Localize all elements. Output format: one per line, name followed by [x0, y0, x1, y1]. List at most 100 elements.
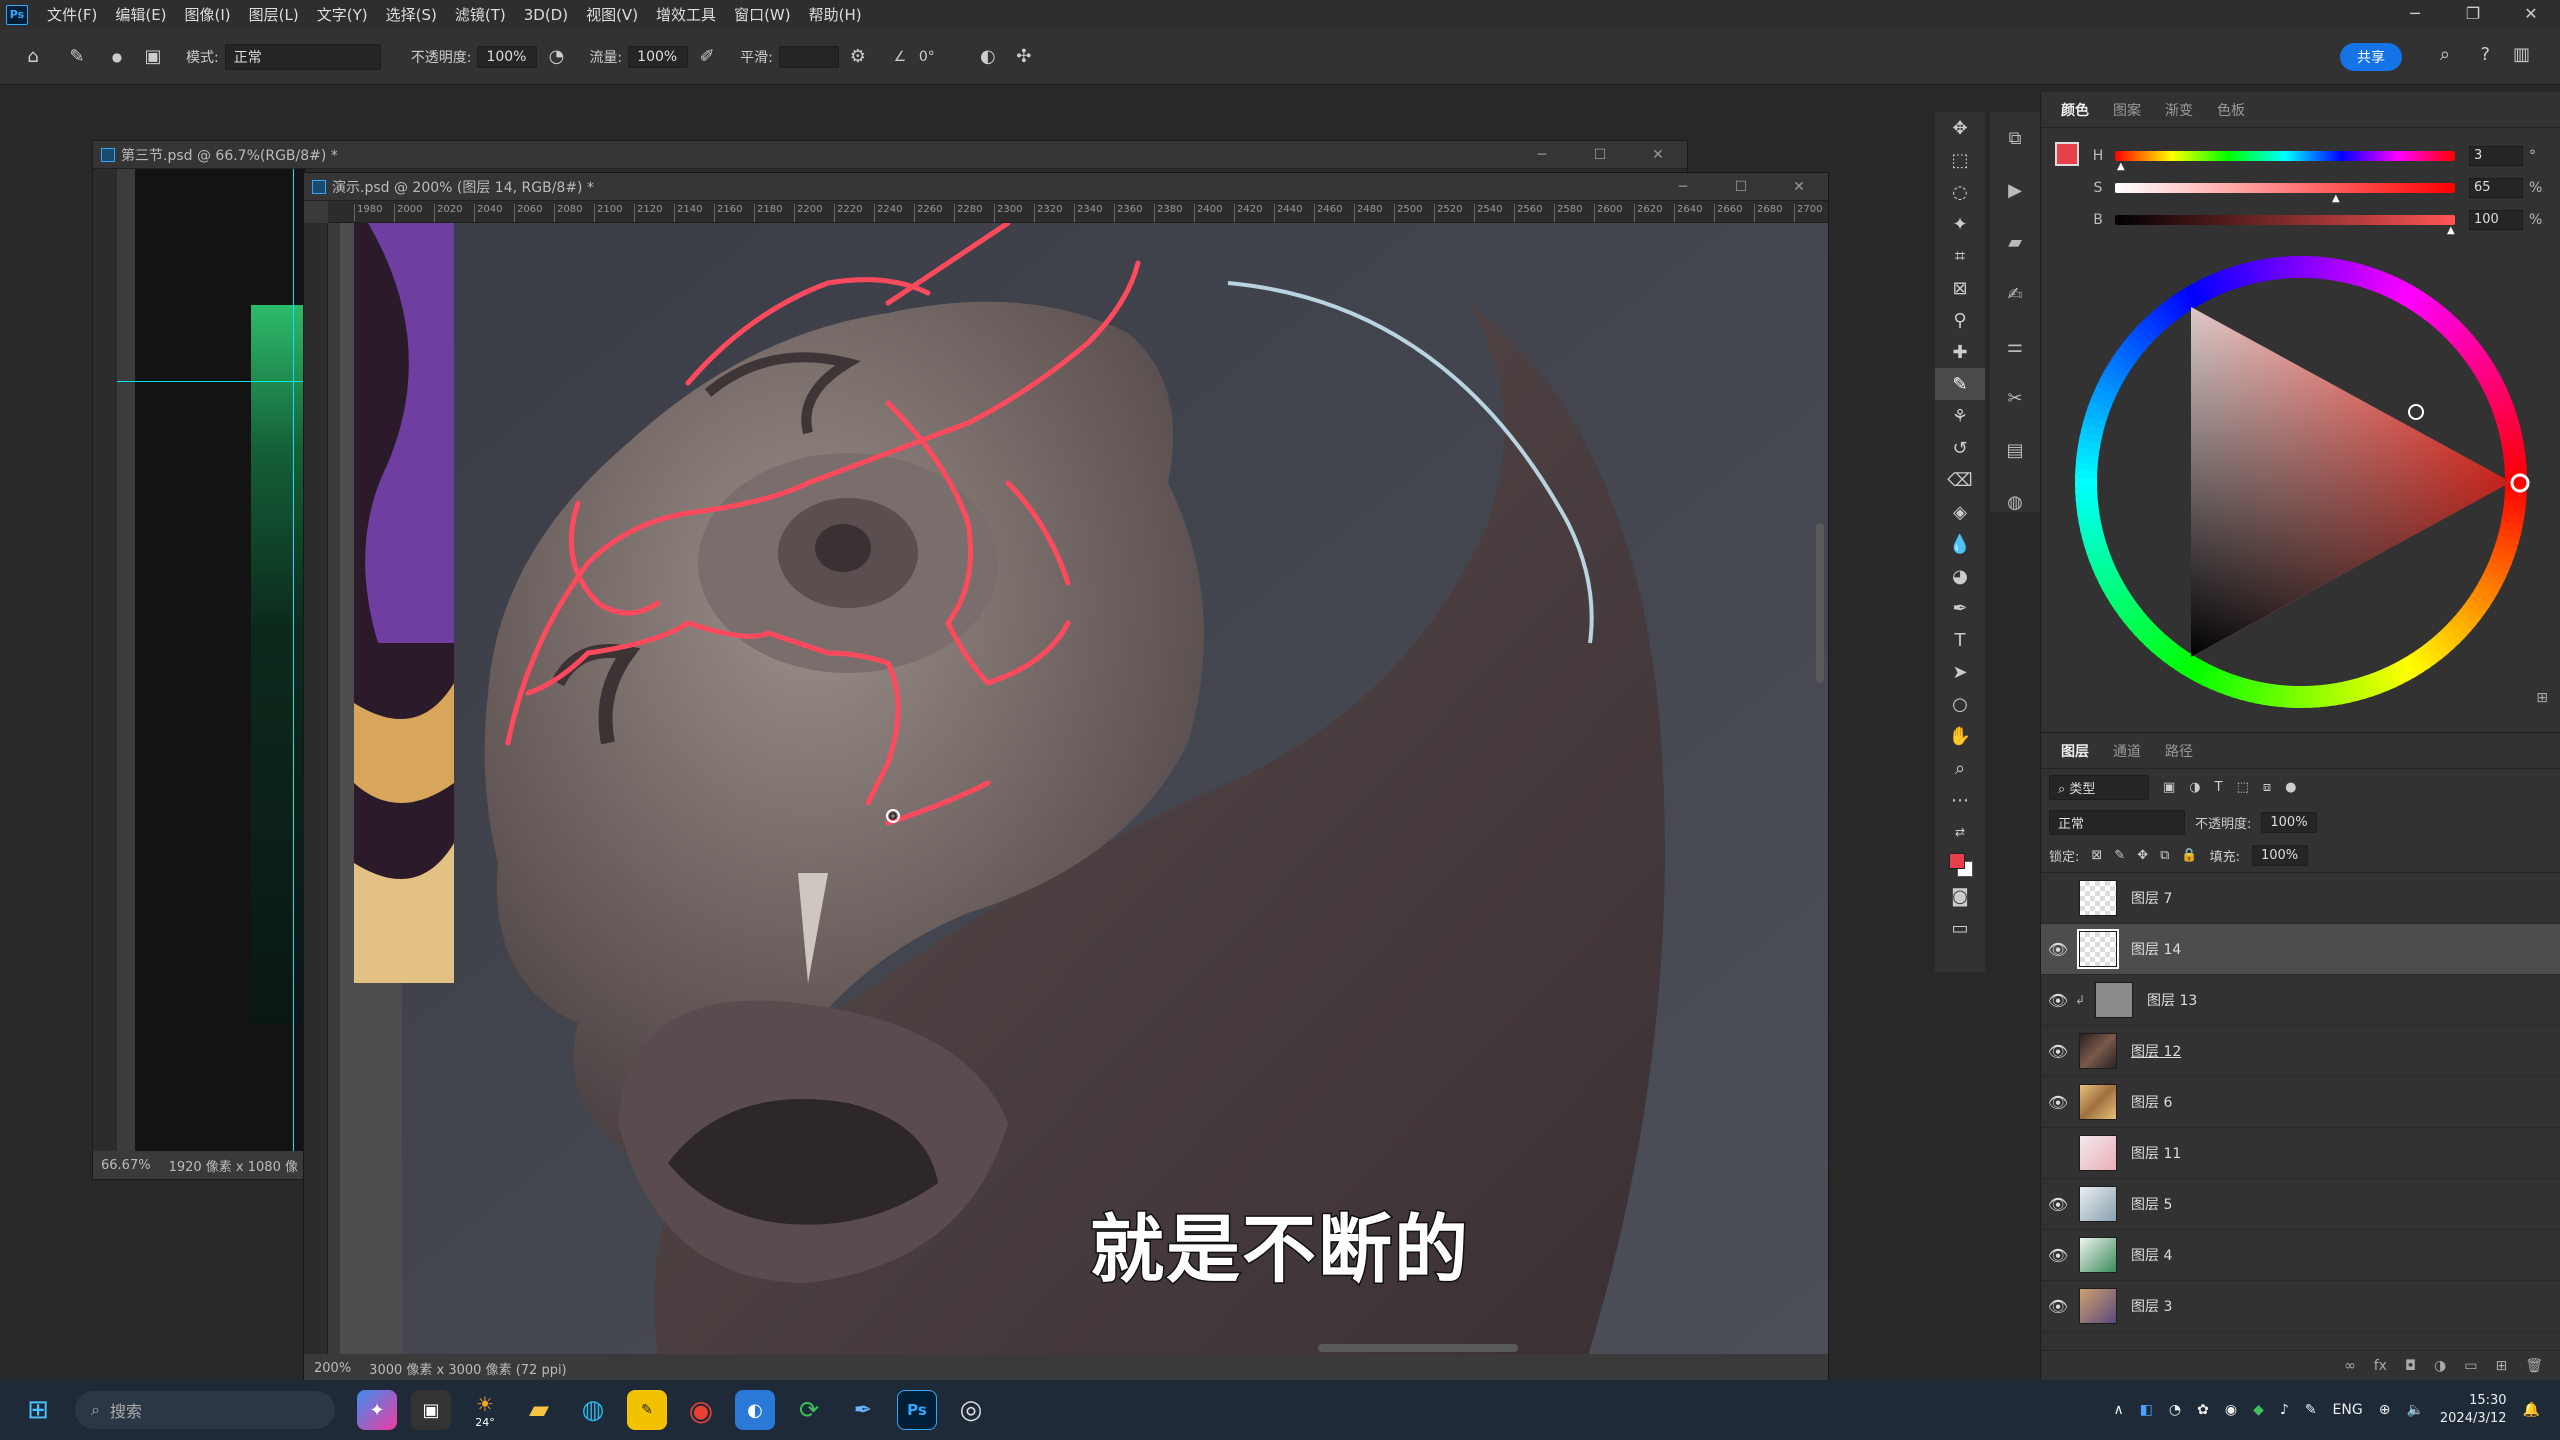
pen-icon[interactable]: ✎: [2305, 1402, 2317, 1418]
filter-type-icon[interactable]: T: [2215, 780, 2223, 795]
canvas-artwork[interactable]: [328, 223, 1828, 1354]
lock-image-icon[interactable]: ✎: [2114, 848, 2125, 863]
foreground-background-color[interactable]: [1935, 848, 1985, 880]
weather-widget[interactable]: ☀ 24°: [465, 1390, 505, 1430]
filter-shape-icon[interactable]: ⬚: [2237, 780, 2249, 795]
network-icon[interactable]: ⊕: [2379, 1402, 2391, 1418]
move-tool-icon[interactable]: ✥: [1935, 112, 1985, 144]
frame-tool-icon[interactable]: ⊠: [1935, 272, 1985, 304]
menu-view[interactable]: 视图(V): [577, 4, 647, 25]
lock-position-icon[interactable]: ✥: [2137, 848, 2148, 863]
adjustment-layer-icon[interactable]: ◑: [2434, 1358, 2446, 1374]
tab-channels[interactable]: 通道: [2101, 741, 2153, 761]
screen-mode-icon[interactable]: ▭: [1935, 912, 1985, 944]
fx-icon[interactable]: fx: [2374, 1358, 2387, 1374]
flow-input[interactable]: 100%: [628, 45, 689, 68]
layer-row-14[interactable]: 👁 图层 14: [2041, 924, 2560, 975]
visibility-eye-icon[interactable]: 👁: [2041, 991, 2075, 1010]
layer-name[interactable]: 图层 5: [2131, 1194, 2172, 1214]
menu-filter[interactable]: 滤镜(T): [446, 4, 515, 25]
doc1-minimize-icon[interactable]: ─: [1513, 147, 1571, 163]
ellipse-tool-icon[interactable]: ○: [1935, 688, 1985, 720]
doc1-zoom[interactable]: 66.67%: [101, 1158, 151, 1173]
layer-row-12[interactable]: 👁 图层 12: [2041, 1026, 2560, 1077]
doc2-titlebar[interactable]: 演示.psd @ 200% (图层 14, RGB/8#) * ─ ☐ ✕: [304, 173, 1828, 201]
properties-panel-icon[interactable]: ◍: [1990, 476, 2040, 528]
eyedropper-tool-icon[interactable]: ⚲: [1935, 304, 1985, 336]
layer-opacity-input[interactable]: 100%: [2261, 811, 2318, 833]
menu-3d[interactable]: 3D(D): [515, 6, 577, 24]
foreground-color-swatch[interactable]: [2055, 142, 2079, 166]
filter-toggle-icon[interactable]: ●: [2285, 780, 2296, 795]
paint-bucket-tool-icon[interactable]: ◈: [1935, 496, 1985, 528]
tab-swatches[interactable]: 色板: [2205, 100, 2257, 120]
layer-name[interactable]: 图层 11: [2131, 1143, 2181, 1163]
hand-tool-icon[interactable]: ✋: [1935, 720, 1985, 752]
layer-row-13[interactable]: 👁 ↲ 图层 13: [2041, 975, 2560, 1026]
restore-icon[interactable]: ❐: [2444, 0, 2502, 29]
filter-adjustment-icon[interactable]: ◑: [2189, 780, 2200, 795]
layer-name[interactable]: 图层 14: [2131, 939, 2181, 959]
type-tool-icon[interactable]: T: [1935, 624, 1985, 656]
visibility-eye-icon[interactable]: 👁: [2041, 1093, 2075, 1112]
swap-colors-icon[interactable]: ⇄: [1935, 816, 1985, 848]
new-group-icon[interactable]: ▭: [2464, 1358, 2477, 1374]
help-icon[interactable]: ?: [2480, 44, 2490, 65]
tray-app-icon[interactable]: ◔: [2169, 1402, 2181, 1418]
workspace-icon[interactable]: ▥: [2513, 44, 2530, 65]
layer-name[interactable]: 图层 6: [2131, 1092, 2172, 1112]
layer-name[interactable]: 图层 13: [2147, 990, 2197, 1010]
visibility-eye-icon[interactable]: 👁: [2041, 1246, 2075, 1265]
lock-transparent-icon[interactable]: ⊠: [2091, 848, 2102, 863]
libraries-panel-icon[interactable]: ▤: [1990, 424, 2040, 476]
layer-name[interactable]: 图层 4: [2131, 1245, 2172, 1265]
blur-tool-icon[interactable]: 💧: [1935, 528, 1985, 560]
eraser-tool-icon[interactable]: ⌫: [1935, 464, 1985, 496]
menu-help[interactable]: 帮助(H): [800, 4, 871, 25]
magic-wand-tool-icon[interactable]: ✦: [1935, 208, 1985, 240]
layer-row-7[interactable]: 图层 7: [2041, 873, 2560, 924]
adjustments-panel-icon[interactable]: ⚌: [1990, 320, 2040, 372]
hue-slider[interactable]: ▲: [2115, 151, 2455, 172]
home-icon[interactable]: ⌂: [20, 44, 46, 70]
minimize-icon[interactable]: ─: [2386, 0, 2444, 29]
canvas-scrollbar-horizontal[interactable]: [1318, 1344, 1518, 1352]
layer-row-4[interactable]: 👁 图层 4: [2041, 1230, 2560, 1281]
pressure-size-icon[interactable]: ◐: [975, 44, 1001, 70]
tab-layers[interactable]: 图层: [2049, 741, 2101, 761]
smooth-settings-icon[interactable]: ⚙: [845, 44, 871, 70]
quick-mask-icon[interactable]: ◙: [1935, 880, 1985, 912]
menu-type[interactable]: 文字(Y): [308, 4, 377, 25]
hue-input[interactable]: 3: [2469, 146, 2523, 166]
doc2-zoom[interactable]: 200%: [314, 1361, 351, 1376]
menu-plugins[interactable]: 增效工具: [647, 4, 725, 25]
app-feather-icon[interactable]: ✒: [843, 1390, 883, 1430]
visibility-eye-icon[interactable]: 👁: [2041, 1297, 2075, 1316]
crop-tool-icon[interactable]: ⌗: [1935, 240, 1985, 272]
saturation-input[interactable]: 65: [2469, 178, 2523, 198]
edge-browser-icon[interactable]: ◍: [573, 1390, 613, 1430]
brightness-slider[interactable]: ▲: [2115, 215, 2455, 236]
copilot-icon[interactable]: ✦: [357, 1390, 397, 1430]
marquee-tool-icon[interactable]: ⬚: [1935, 144, 1985, 176]
clock[interactable]: 15:30 2024/3/12: [2440, 1392, 2507, 1428]
menu-layer[interactable]: 图层(L): [240, 4, 308, 25]
fill-input[interactable]: 100%: [2251, 845, 2308, 866]
file-explorer-icon[interactable]: ▰: [519, 1390, 559, 1430]
share-button[interactable]: 共享: [2340, 43, 2402, 71]
ruler-left[interactable]: [304, 223, 328, 1354]
obs-recorder-icon[interactable]: ◎: [951, 1390, 991, 1430]
airbrush-icon[interactable]: ✐: [694, 44, 720, 70]
tab-paths[interactable]: 路径: [2153, 741, 2205, 761]
saturation-slider[interactable]: ▲: [2115, 183, 2455, 204]
doc2-maximize-icon[interactable]: ☐: [1712, 179, 1770, 195]
pen-tool-icon[interactable]: ✒: [1935, 592, 1985, 624]
tab-gradients[interactable]: 渐变: [2153, 100, 2205, 120]
menu-edit[interactable]: 编辑(E): [106, 4, 175, 25]
pressure-opacity-icon[interactable]: ◔: [543, 44, 569, 70]
app-blue-icon[interactable]: ◐: [735, 1390, 775, 1430]
history-brush-tool-icon[interactable]: ↺: [1935, 432, 1985, 464]
visibility-eye-icon[interactable]: 👁: [2041, 1042, 2075, 1061]
healing-tool-icon[interactable]: ✚: [1935, 336, 1985, 368]
link-layers-icon[interactable]: ∞: [2344, 1358, 2356, 1374]
